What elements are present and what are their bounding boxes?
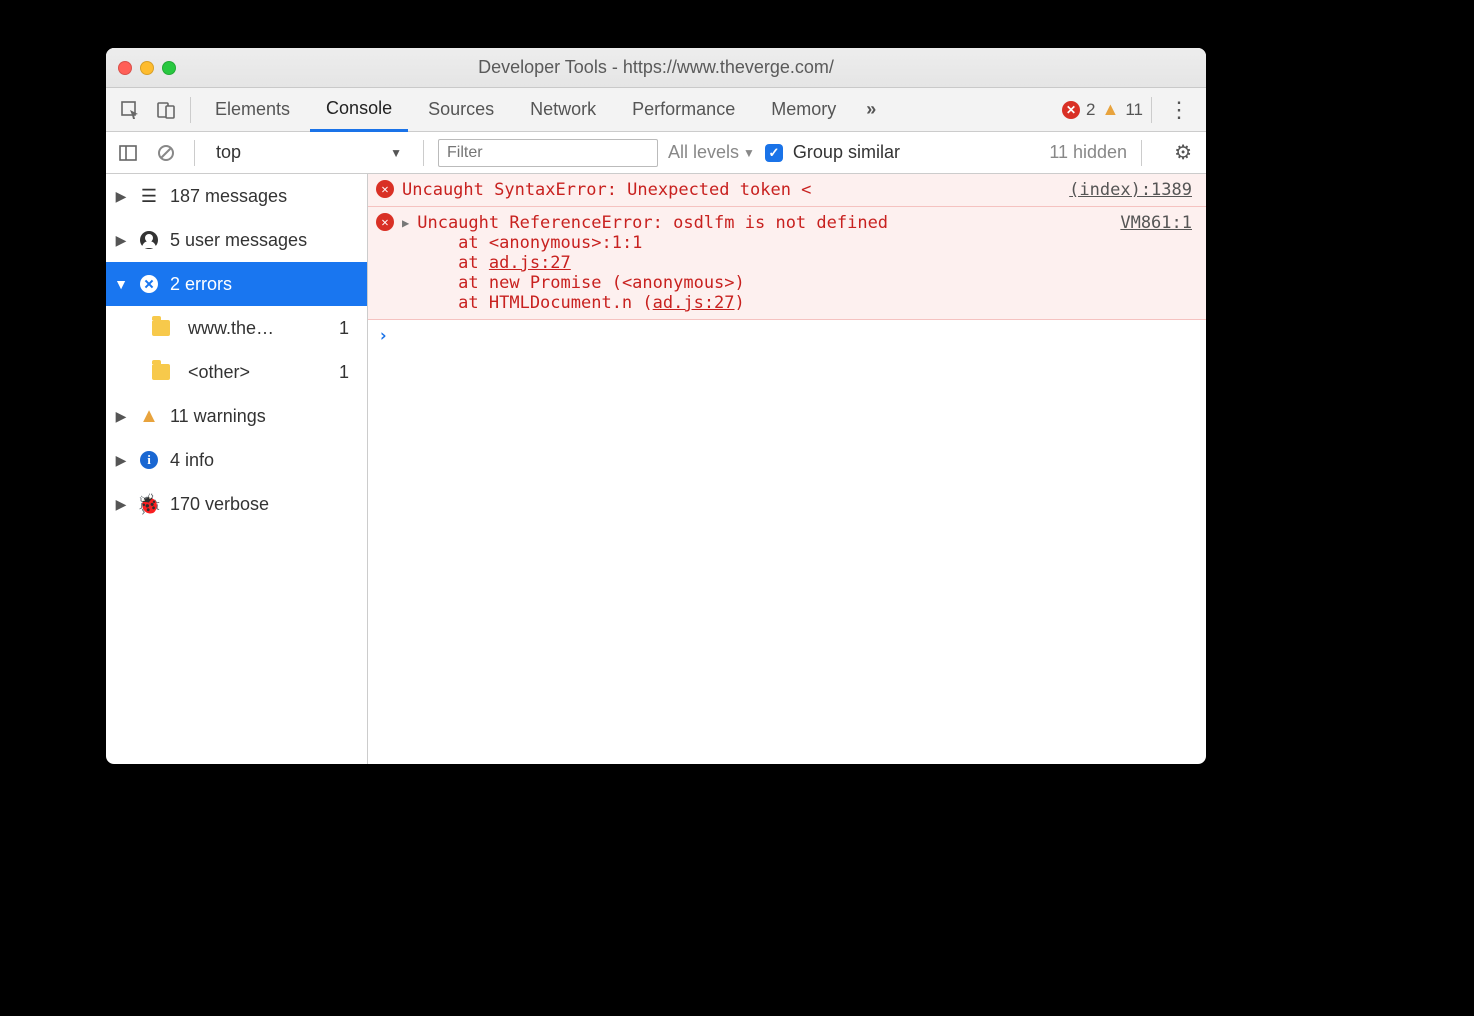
error-icon <box>140 275 158 293</box>
console-prompt[interactable]: › <box>368 320 1206 352</box>
tab-console[interactable]: Console <box>310 88 408 132</box>
minimize-window-button[interactable] <box>140 61 154 75</box>
folder-icon <box>152 364 170 380</box>
log-levels-selector[interactable]: All levels ▼ <box>668 142 755 163</box>
separator <box>194 140 195 166</box>
error-icon: ✕ <box>1062 101 1080 119</box>
titlebar: Developer Tools - https://www.theverge.c… <box>106 48 1206 88</box>
console-error-message[interactable]: ✕ Uncaught SyntaxError: Unexpected token… <box>368 174 1206 207</box>
console-toolbar: top ▼ All levels ▼ ✓ Group similar 11 hi… <box>106 132 1206 174</box>
group-similar-label: Group similar <box>793 142 900 163</box>
sidebar-item-count: 1 <box>339 318 359 339</box>
expand-icon: ▶ <box>114 452 128 469</box>
sidebar-item-warnings[interactable]: ▶ ▲ 11 warnings <box>106 394 367 438</box>
sidebar-item-verbose[interactable]: ▶ 🐞 170 verbose <box>106 482 367 526</box>
sidebar-item-label: 11 warnings <box>170 406 266 427</box>
separator <box>190 97 191 123</box>
separator <box>1141 140 1142 166</box>
toggle-sidebar-icon[interactable] <box>114 139 142 167</box>
expand-icon: ▶ <box>114 232 128 249</box>
sidebar-item-label: www.the… <box>188 318 274 339</box>
sidebar-item-info[interactable]: ▶ i 4 info <box>106 438 367 482</box>
status-badges[interactable]: ✕ 2 ▲ 11 <box>1062 99 1143 120</box>
devtools-window: Developer Tools - https://www.theverge.c… <box>106 48 1206 764</box>
user-icon <box>140 231 158 249</box>
expand-icon: ▶ <box>114 408 128 425</box>
sidebar-item-label: 5 user messages <box>170 230 307 251</box>
warning-icon: ▲ <box>1102 99 1120 120</box>
console-sidebar: ▶ ☰ 187 messages ▶ 5 user messages ▼ 2 e… <box>106 174 368 764</box>
sidebar-item-label: 2 errors <box>170 274 232 295</box>
expand-icon: ▶ <box>114 496 128 513</box>
log-levels-label: All levels <box>668 142 739 163</box>
console-output: ✕ Uncaught SyntaxError: Unexpected token… <box>368 174 1206 764</box>
window-controls <box>118 61 176 75</box>
sidebar-error-source[interactable]: <other> 1 <box>106 350 367 394</box>
separator <box>423 140 424 166</box>
context-value: top <box>216 142 241 163</box>
group-similar-checkbox[interactable]: ✓ <box>765 144 783 162</box>
error-icon: ✕ <box>376 213 394 231</box>
sidebar-item-label: 170 verbose <box>170 494 269 515</box>
message-text: Uncaught ReferenceError: osdlfm is not d… <box>417 213 888 233</box>
separator <box>1151 97 1152 123</box>
context-selector[interactable]: top ▼ <box>209 139 409 166</box>
bug-icon: 🐞 <box>138 492 160 517</box>
message-text: Uncaught SyntaxError: Unexpected token < <box>402 180 811 200</box>
tabs-overflow-icon[interactable]: » <box>856 88 886 132</box>
sidebar-item-errors[interactable]: ▼ 2 errors <box>106 262 367 306</box>
console-error-message[interactable]: ✕ ▶ Uncaught ReferenceError: osdlfm is n… <box>368 207 1206 320</box>
sidebar-item-user-messages[interactable]: ▶ 5 user messages <box>106 218 367 262</box>
info-icon: i <box>140 451 158 469</box>
warning-count: 11 <box>1125 100 1143 120</box>
message-source-link[interactable]: (index):1389 <box>1069 180 1192 200</box>
warning-icon: ▲ <box>138 405 160 428</box>
collapse-icon: ▼ <box>114 276 128 292</box>
sidebar-item-label: <other> <box>188 362 250 383</box>
console-settings-icon[interactable]: ⚙ <box>1168 140 1198 165</box>
zoom-window-button[interactable] <box>162 61 176 75</box>
tab-network[interactable]: Network <box>514 88 612 132</box>
filter-input[interactable] <box>438 139 658 167</box>
list-icon: ☰ <box>138 186 160 207</box>
clear-console-icon[interactable] <box>152 139 180 167</box>
folder-icon <box>152 320 170 336</box>
sidebar-item-label: 187 messages <box>170 186 287 207</box>
stack-link[interactable]: ad.js:27 <box>489 253 571 273</box>
tab-performance[interactable]: Performance <box>616 88 751 132</box>
device-toolbar-icon[interactable] <box>150 94 182 126</box>
error-count: 2 <box>1086 100 1095 120</box>
sidebar-error-source[interactable]: www.the… 1 <box>106 306 367 350</box>
error-icon: ✕ <box>376 180 394 198</box>
devtools-tabs: Elements Console Sources Network Perform… <box>106 88 1206 132</box>
sidebar-item-count: 1 <box>339 362 359 383</box>
window-title: Developer Tools - https://www.theverge.c… <box>106 57 1206 78</box>
message-body: Uncaught ReferenceError: osdlfm is not d… <box>417 213 888 313</box>
tab-memory[interactable]: Memory <box>755 88 852 132</box>
hidden-count[interactable]: 11 hidden <box>1049 142 1127 163</box>
sidebar-item-label: 4 info <box>170 450 214 471</box>
close-window-button[interactable] <box>118 61 132 75</box>
expand-icon[interactable]: ▶ <box>402 216 409 313</box>
dropdown-icon: ▼ <box>390 146 402 160</box>
inspect-element-icon[interactable] <box>114 94 146 126</box>
expand-icon: ▶ <box>114 188 128 205</box>
more-menu-icon[interactable]: ⋮ <box>1160 97 1198 123</box>
stack-link[interactable]: ad.js:27 <box>653 293 735 313</box>
sidebar-item-messages[interactable]: ▶ ☰ 187 messages <box>106 174 367 218</box>
tab-elements[interactable]: Elements <box>199 88 306 132</box>
tab-sources[interactable]: Sources <box>412 88 510 132</box>
message-source-link[interactable]: VM861:1 <box>1120 213 1192 233</box>
